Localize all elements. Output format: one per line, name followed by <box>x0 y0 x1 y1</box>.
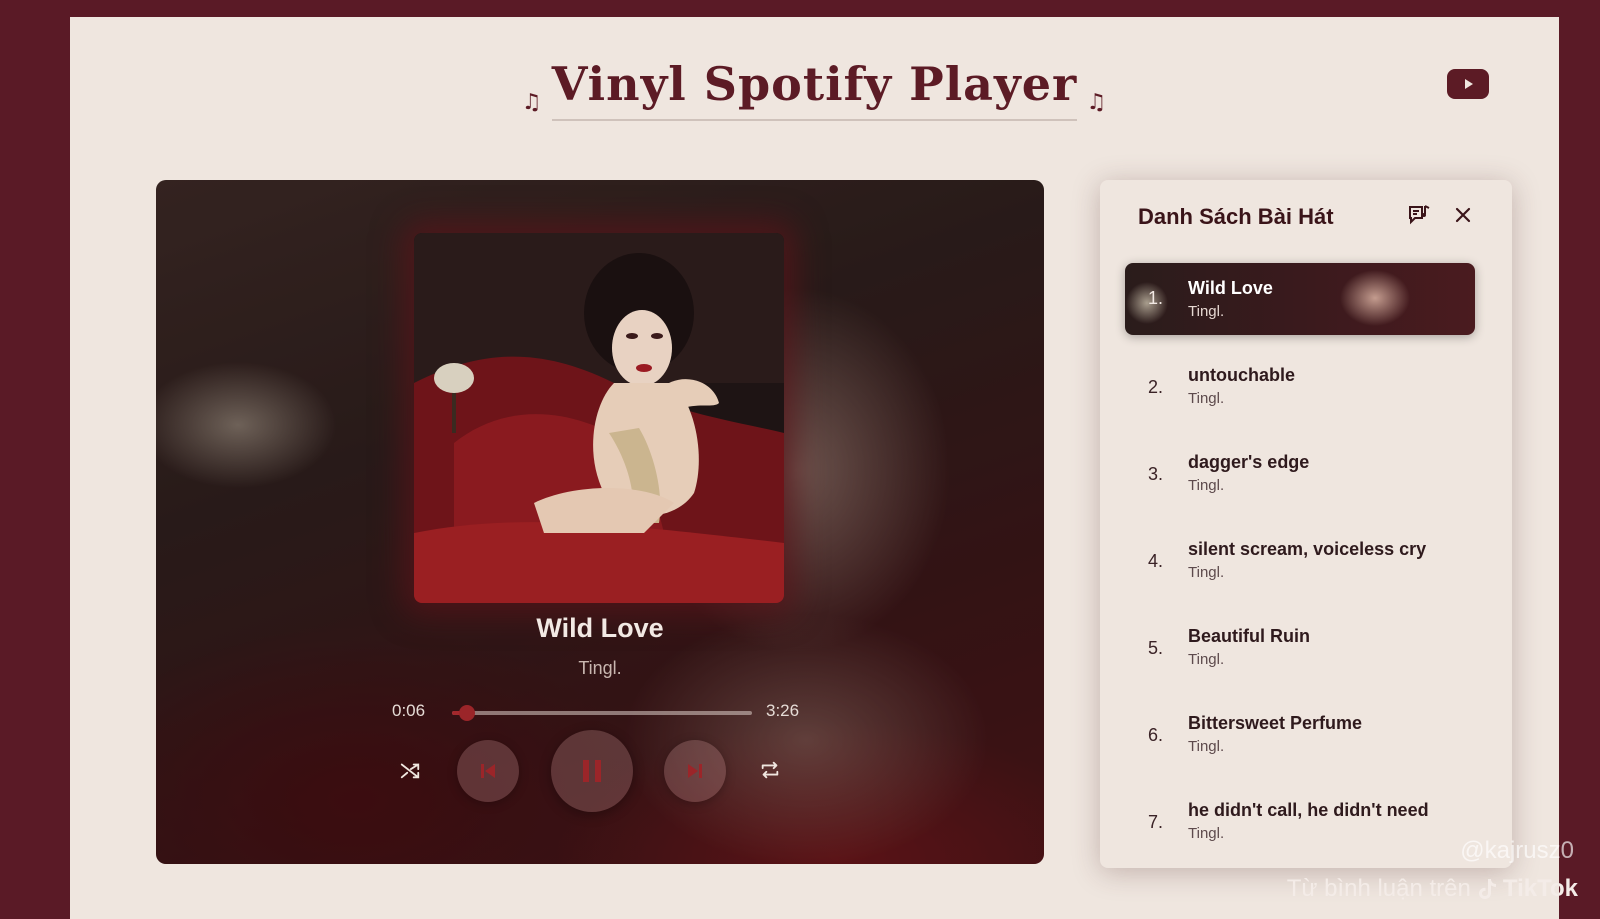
watermark-brand: TikTok <box>1502 875 1578 902</box>
playlist-item[interactable]: 1. Wild Love Tingl. <box>1125 263 1475 335</box>
pause-icon <box>583 760 601 782</box>
playlist-item-artist: Tingl. <box>1188 738 1225 755</box>
playlist-item-artist: Tingl. <box>1188 477 1225 494</box>
playlist-item-artist: Tingl. <box>1188 564 1225 581</box>
playlist-item-number: 4. <box>1148 551 1164 571</box>
progress-bar[interactable] <box>452 705 752 721</box>
playlist-title: Danh Sách Bài Hát <box>1138 204 1334 229</box>
next-button[interactable] <box>664 740 726 802</box>
playlist-item-title: silent scream, voiceless cry <box>1188 539 1427 559</box>
playlist-item-artist: Tingl. <box>1188 303 1225 320</box>
watermark-handle: @kajrusz0 <box>1460 837 1574 864</box>
page-title-text: Vinyl Spotify Player <box>551 57 1078 111</box>
pause-button[interactable] <box>551 730 633 812</box>
playlist-item[interactable]: 7. he didn't call, he didn't need Tingl. <box>1125 785 1475 857</box>
playlist-item-title: Bittersweet Perfume <box>1188 713 1363 733</box>
playlist-item-number: 7. <box>1148 812 1164 832</box>
album-cover <box>414 233 784 603</box>
close-button[interactable] <box>1450 202 1476 228</box>
playlist-item[interactable]: 2. untouchable Tingl. <box>1125 350 1475 422</box>
playlist-item[interactable]: 4. silent scream, voiceless cry Tingl. <box>1125 524 1475 596</box>
playlist-item-artist: Tingl. <box>1188 390 1225 407</box>
playlist-item[interactable]: 5. Beautiful Ruin Tingl. <box>1125 611 1475 683</box>
page: ♫ Vinyl Spotify Player ♫ Wild Love Tingl… <box>70 17 1559 919</box>
playlist-item-title: he didn't call, he didn't need <box>1188 800 1429 820</box>
close-icon <box>1455 207 1471 223</box>
playlist-item-title: Beautiful Ruin <box>1188 626 1310 646</box>
shuffle-icon <box>400 763 420 779</box>
playlist-item[interactable]: 6. Bittersweet Perfume Tingl. <box>1125 698 1475 770</box>
playlist-item-number: 5. <box>1148 638 1164 658</box>
previous-icon <box>481 764 495 778</box>
tiktok-icon <box>1478 879 1496 899</box>
previous-button[interactable] <box>457 740 519 802</box>
page-title: ♫ Vinyl Spotify Player ♫ <box>522 57 1106 121</box>
playlist-item-title: dagger's edge <box>1188 452 1310 472</box>
queue-music-icon <box>1409 205 1430 225</box>
progress-handle[interactable] <box>459 705 475 721</box>
youtube-icon <box>1465 79 1473 89</box>
playlist-item[interactable]: 3. dagger's edge Tingl. <box>1125 437 1475 509</box>
playlist-item-artist: Tingl. <box>1188 825 1225 842</box>
now-playing-title: Wild Love <box>536 613 664 643</box>
playlist-item-number: 1. <box>1148 288 1164 308</box>
next-icon <box>688 764 702 778</box>
playlist-panel: Danh Sách Bài Hát 1. Wild Love Tingl. 2. unt… <box>1100 180 1512 868</box>
header: ♫ Vinyl Spotify Player ♫ <box>70 57 1559 121</box>
playlist-item-number: 6. <box>1148 725 1164 745</box>
current-time: 0:06 <box>392 701 426 720</box>
watermark-caption: Từ bình luận trên TikTok <box>1287 875 1578 903</box>
music-note-icon: ♫ <box>1086 90 1108 115</box>
now-playing-artist: Tingl. <box>578 658 622 678</box>
shuffle-button[interactable] <box>395 755 425 785</box>
playlist-item-title: Wild Love <box>1188 278 1273 298</box>
player-card: Wild Love Tingl. 0:06 3:26 <box>156 180 1044 864</box>
playlist-item-artist: Tingl. <box>1188 651 1225 668</box>
repeat-icon <box>761 761 779 779</box>
playlist-item-number: 2. <box>1148 377 1164 397</box>
repeat-button[interactable] <box>755 755 785 785</box>
queue-button[interactable] <box>1406 202 1432 228</box>
music-note-icon: ♫ <box>521 90 543 115</box>
playlist-items: 1. Wild Love Tingl. 2. untouchable Tingl. 3. da… <box>1125 263 1475 872</box>
youtube-button[interactable] <box>1447 69 1489 99</box>
album-art-image <box>414 233 784 603</box>
watermark-caption-text: Từ bình luận trên <box>1286 875 1471 902</box>
playlist-item-title: untouchable <box>1188 365 1295 385</box>
duration-time: 3:26 <box>766 701 800 720</box>
playlist-item-number: 3. <box>1148 464 1164 484</box>
